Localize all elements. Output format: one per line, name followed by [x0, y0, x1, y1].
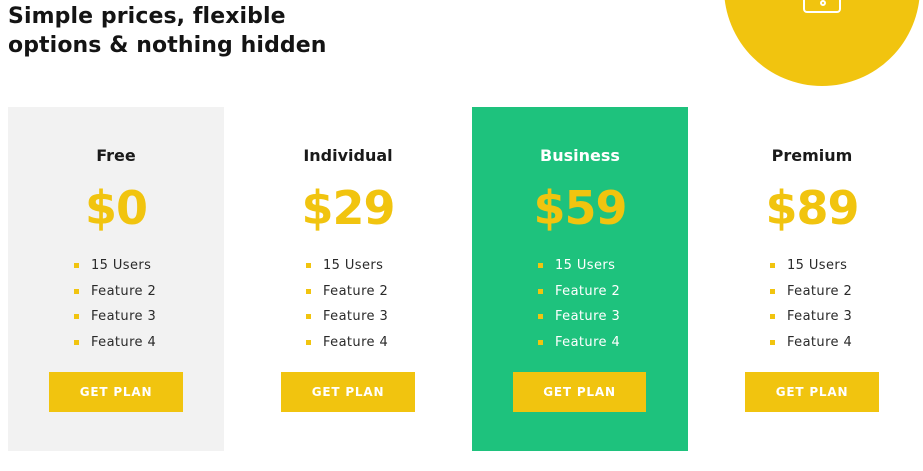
feature-item: Feature 2 — [770, 283, 852, 309]
feature-item: Feature 3 — [74, 308, 156, 334]
bullet-icon — [538, 339, 543, 345]
plan-price: $89 — [765, 181, 859, 235]
plan-card-free: Free $0 15 Users Feature 2 Feature 3 Fea… — [8, 107, 224, 451]
plan-name: Individual — [303, 146, 393, 165]
page-title-line-1: Simple prices, flexible — [8, 4, 286, 29]
card-icon — [803, 0, 841, 13]
bullet-icon — [538, 288, 543, 294]
feature-item: Feature 4 — [770, 334, 852, 360]
plan-card-premium: Premium $89 15 Users Feature 2 Feature 3… — [704, 107, 920, 451]
get-plan-button-free[interactable]: GET PLAN — [49, 372, 183, 412]
bullet-icon — [306, 263, 311, 268]
plan-name: Free — [96, 146, 136, 165]
feature-item: Feature 4 — [74, 334, 156, 360]
bullet-icon — [770, 263, 775, 268]
plan-name: Premium — [771, 146, 853, 165]
feature-list: 15 Users Feature 2 Feature 3 Feature 4 — [306, 257, 388, 359]
bullet-icon — [306, 288, 311, 294]
feature-item: Feature 3 — [538, 308, 620, 334]
get-plan-button-business[interactable]: GET PLAN — [513, 372, 646, 412]
feature-item: 15 Users — [306, 257, 388, 283]
bullet-icon — [770, 314, 775, 319]
bullet-icon — [306, 314, 311, 319]
get-plan-button-individual[interactable]: GET PLAN — [281, 372, 415, 412]
bullet-icon — [538, 314, 543, 319]
bullet-icon — [74, 339, 79, 345]
feature-item: Feature 3 — [770, 308, 852, 334]
feature-list: 15 Users Feature 2 Feature 3 Feature 4 — [74, 257, 156, 359]
bullet-icon — [74, 263, 79, 268]
page-title-line-2: options & nothing hidden — [8, 33, 327, 58]
feature-item: 15 Users — [538, 257, 620, 283]
bullet-icon — [770, 339, 775, 345]
get-plan-button-premium[interactable]: GET PLAN — [745, 372, 879, 412]
pricing-page: Simple prices, flexible options & nothin… — [0, 0, 923, 471]
plan-name: Business — [540, 146, 620, 165]
plan-price: $0 — [84, 181, 148, 235]
feature-item: Feature 3 — [306, 308, 388, 334]
feature-list: 15 Users Feature 2 Feature 3 Feature 4 — [538, 257, 620, 359]
bullet-icon — [538, 263, 543, 268]
feature-item: Feature 2 — [74, 283, 156, 309]
plan-price: $59 — [533, 181, 627, 235]
plan-price: $29 — [301, 181, 395, 235]
feature-item: 15 Users — [770, 257, 852, 283]
plan-card-business: Business $59 15 Users Feature 2 Feature … — [472, 107, 688, 451]
feature-item: Feature 4 — [538, 334, 620, 360]
feature-list: 15 Users Feature 2 Feature 3 Feature 4 — [770, 257, 852, 359]
bullet-icon — [74, 288, 79, 294]
feature-item: Feature 2 — [538, 283, 620, 309]
feature-item: 15 Users — [74, 257, 156, 283]
page-title: Simple prices, flexible options & nothin… — [8, 2, 368, 60]
bullet-icon — [74, 314, 79, 319]
bullet-icon — [770, 288, 775, 294]
feature-item: Feature 2 — [306, 283, 388, 309]
bullet-icon — [306, 339, 311, 345]
plan-card-individual: Individual $29 15 Users Feature 2 Featur… — [240, 107, 456, 451]
feature-item: Feature 4 — [306, 334, 388, 360]
